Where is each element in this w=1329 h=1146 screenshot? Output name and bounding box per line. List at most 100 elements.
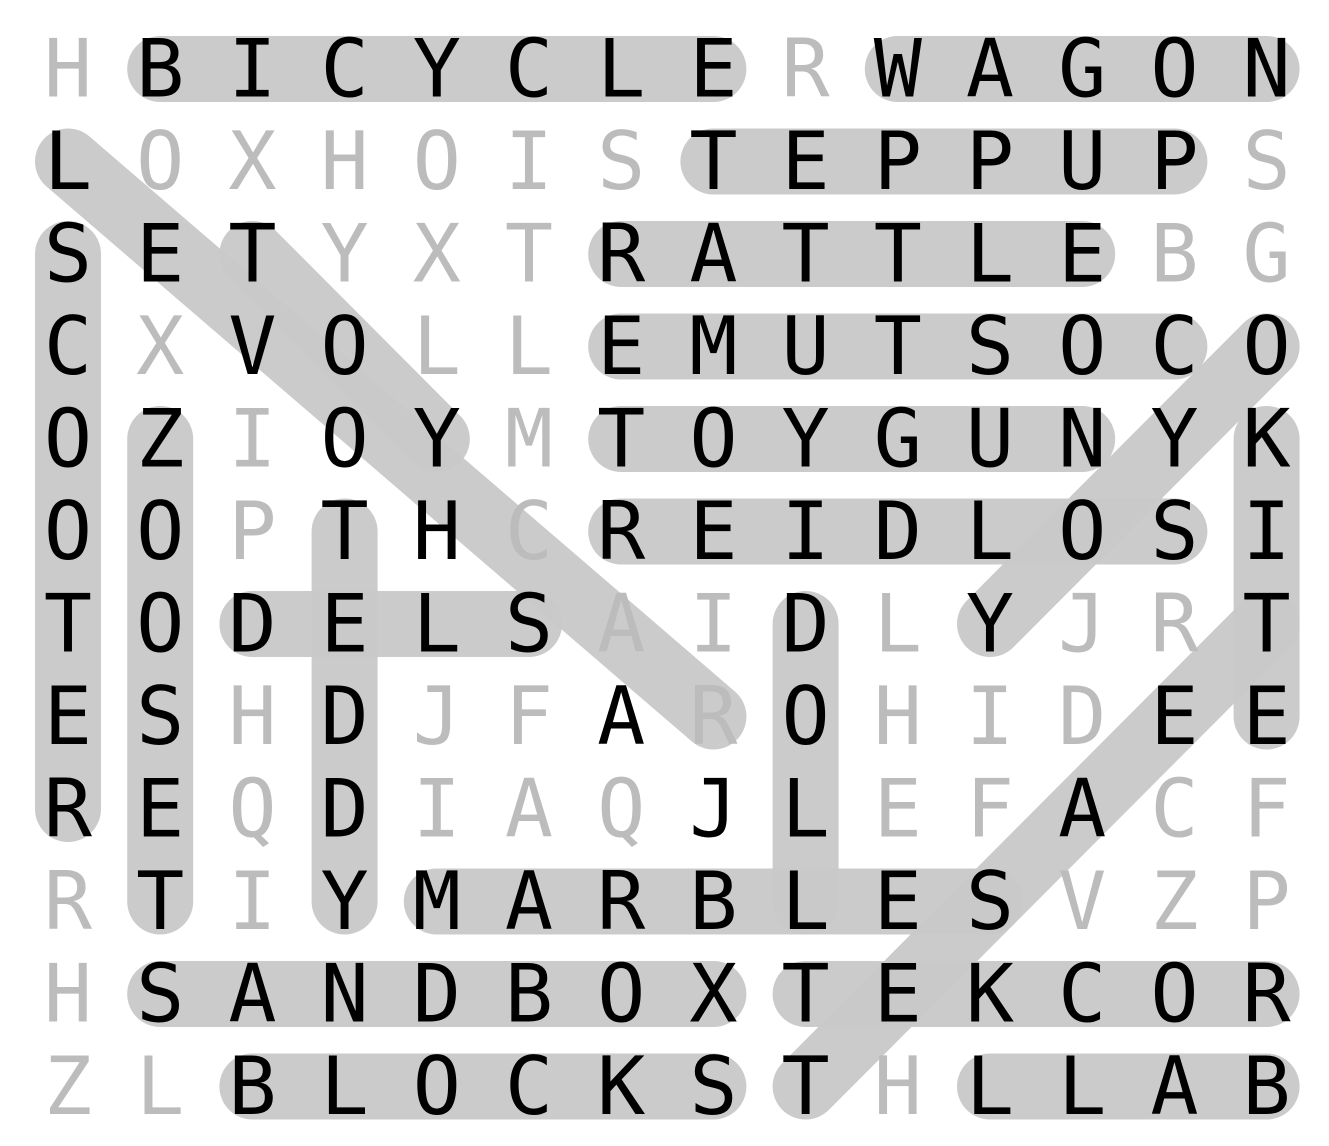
- grid-letter[interactable]: D: [228, 578, 276, 671]
- grid-letter[interactable]: I: [505, 115, 553, 208]
- grid-letter[interactable]: K: [1243, 393, 1291, 486]
- grid-letter[interactable]: E: [321, 578, 369, 671]
- word-search-board[interactable]: H B I C Y C L E R W A G O NL O X H O I S T E P P U P SS E T Y X T R A T T L E…: [0, 0, 1329, 1146]
- grid-letter[interactable]: O: [413, 1040, 461, 1133]
- grid-letter[interactable]: H: [321, 115, 369, 208]
- grid-letter[interactable]: E: [689, 485, 737, 578]
- grid-letter[interactable]: O: [136, 485, 184, 578]
- grid-letter[interactable]: S: [136, 670, 184, 763]
- grid-letter[interactable]: U: [782, 300, 830, 393]
- grid-letter[interactable]: K: [597, 1040, 645, 1133]
- grid-letter[interactable]: T: [136, 855, 184, 948]
- grid-letter[interactable]: D: [1058, 670, 1106, 763]
- grid-letter[interactable]: O: [782, 670, 830, 763]
- grid-letter[interactable]: I: [689, 578, 737, 671]
- grid-letter[interactable]: X: [689, 948, 737, 1041]
- grid-letter[interactable]: Z: [44, 1040, 92, 1133]
- grid-letter[interactable]: A: [1058, 763, 1106, 856]
- grid-letter[interactable]: E: [1150, 670, 1198, 763]
- grid-letter[interactable]: G: [1243, 208, 1291, 301]
- grid-letter[interactable]: Z: [1150, 855, 1198, 948]
- grid-letter[interactable]: L: [413, 578, 461, 671]
- grid-letter[interactable]: Y: [1150, 393, 1198, 486]
- grid-letter[interactable]: S: [1243, 115, 1291, 208]
- grid-letter[interactable]: O: [413, 115, 461, 208]
- grid-letter[interactable]: T: [321, 485, 369, 578]
- grid-letter[interactable]: O: [321, 393, 369, 486]
- grid-letter[interactable]: Y: [782, 393, 830, 486]
- grid-letter[interactable]: L: [782, 855, 830, 948]
- grid-letter[interactable]: N: [1243, 23, 1291, 116]
- grid-letter[interactable]: Q: [228, 763, 276, 856]
- grid-letter[interactable]: E: [782, 115, 830, 208]
- grid-letter[interactable]: T: [597, 393, 645, 486]
- grid-letter[interactable]: B: [136, 23, 184, 116]
- grid-letter[interactable]: O: [136, 578, 184, 671]
- grid-letter[interactable]: T: [1243, 578, 1291, 671]
- grid-letter[interactable]: P: [1150, 115, 1198, 208]
- grid-letter[interactable]: Q: [597, 763, 645, 856]
- grid-letter[interactable]: H: [874, 670, 922, 763]
- grid-letter[interactable]: R: [597, 855, 646, 948]
- grid-letter[interactable]: L: [321, 1040, 369, 1133]
- grid-letter[interactable]: T: [782, 1040, 830, 1133]
- grid-letter[interactable]: C: [44, 300, 92, 393]
- grid-letter[interactable]: E: [874, 948, 922, 1041]
- grid-letter[interactable]: U: [1058, 115, 1106, 208]
- grid-letter[interactable]: I: [228, 23, 276, 116]
- grid-letter[interactable]: A: [689, 208, 737, 301]
- grid-letter[interactable]: R: [782, 23, 831, 116]
- grid-letter[interactable]: R: [1243, 948, 1292, 1041]
- grid-letter[interactable]: L: [782, 763, 830, 856]
- grid-letter[interactable]: Y: [321, 208, 369, 301]
- grid-letter[interactable]: I: [228, 393, 276, 486]
- grid-letter[interactable]: E: [689, 23, 737, 116]
- grid-letter[interactable]: M: [505, 393, 553, 486]
- grid-letter[interactable]: C: [1150, 763, 1198, 856]
- grid-letter[interactable]: T: [874, 208, 922, 301]
- grid-letter[interactable]: O: [136, 115, 184, 208]
- grid-letter[interactable]: J: [1058, 578, 1106, 671]
- grid-letter[interactable]: I: [782, 485, 830, 578]
- grid-letter[interactable]: L: [966, 485, 1014, 578]
- grid-letter[interactable]: D: [874, 485, 922, 578]
- grid-letter[interactable]: R: [44, 855, 93, 948]
- grid-letter[interactable]: O: [44, 485, 92, 578]
- grid-letter[interactable]: D: [321, 763, 369, 856]
- grid-letter[interactable]: B: [228, 1040, 276, 1133]
- grid-letter[interactable]: X: [136, 300, 184, 393]
- grid-letter[interactable]: U: [966, 393, 1014, 486]
- grid-letter[interactable]: B: [505, 948, 553, 1041]
- grid-letter[interactable]: I: [1243, 485, 1291, 578]
- grid-letter[interactable]: M: [413, 855, 461, 948]
- grid-letter[interactable]: S: [966, 300, 1014, 393]
- grid-letter[interactable]: A: [1150, 1040, 1198, 1133]
- grid-letter[interactable]: T: [782, 948, 830, 1041]
- grid-letter[interactable]: H: [44, 948, 92, 1041]
- grid-letter[interactable]: L: [136, 1040, 184, 1133]
- grid-letter[interactable]: E: [874, 855, 922, 948]
- grid-letter[interactable]: G: [874, 393, 922, 486]
- grid-letter[interactable]: L: [505, 300, 553, 393]
- grid-letter[interactable]: R: [689, 670, 738, 763]
- grid-letter[interactable]: O: [1150, 23, 1198, 116]
- grid-letter[interactable]: O: [1058, 300, 1106, 393]
- grid-letter[interactable]: D: [782, 578, 830, 671]
- grid-letter[interactable]: S: [597, 115, 645, 208]
- grid-letter[interactable]: H: [228, 670, 276, 763]
- grid-letter[interactable]: E: [597, 300, 645, 393]
- grid-letter[interactable]: L: [597, 23, 645, 116]
- grid-letter[interactable]: O: [1150, 948, 1198, 1041]
- grid-letter[interactable]: S: [44, 208, 92, 301]
- grid-letter[interactable]: H: [874, 1040, 922, 1133]
- grid-letter[interactable]: Z: [136, 393, 184, 486]
- grid-letter[interactable]: P: [966, 115, 1014, 208]
- grid-letter[interactable]: E: [44, 670, 92, 763]
- grid-letter[interactable]: B: [689, 855, 737, 948]
- grid-letter[interactable]: O: [1058, 485, 1106, 578]
- grid-letter[interactable]: I: [966, 670, 1014, 763]
- grid-letter[interactable]: E: [136, 208, 184, 301]
- grid-letter[interactable]: C: [1150, 300, 1198, 393]
- grid-letter[interactable]: A: [505, 855, 553, 948]
- grid-letter[interactable]: C: [1058, 948, 1106, 1041]
